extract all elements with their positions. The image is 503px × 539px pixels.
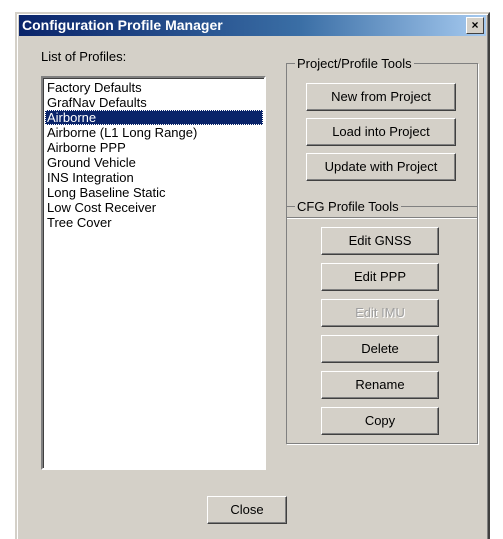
title-bar[interactable]: Configuration Profile Manager × — [19, 15, 486, 36]
list-item[interactable]: Long Baseline Static — [45, 185, 263, 200]
project-profile-tools-title: Project/Profile Tools — [297, 56, 412, 71]
new-from-project-button[interactable]: New from Project — [306, 83, 456, 111]
dialog-window: Configuration Profile Manager × List of … — [15, 12, 490, 539]
list-item[interactable]: Tree Cover — [45, 215, 263, 230]
profiles-listbox[interactable]: Factory Defaults GrafNav Defaults Airborne… — [41, 76, 266, 470]
window-title: Configuration Profile Manager — [22, 17, 223, 33]
delete-button[interactable]: Delete — [321, 335, 439, 363]
list-item[interactable]: Low Cost Receiver — [45, 200, 263, 215]
close-button[interactable]: Close — [207, 496, 287, 524]
close-icon[interactable]: × — [466, 17, 484, 34]
edit-ppp-button[interactable]: Edit PPP — [321, 263, 439, 291]
list-item[interactable]: Factory Defaults — [45, 80, 263, 95]
load-into-project-button[interactable]: Load into Project — [306, 118, 456, 146]
list-item[interactable]: GrafNav Defaults — [45, 95, 263, 110]
list-item[interactable]: Airborne — [45, 110, 263, 125]
edit-gnss-button[interactable]: Edit GNSS — [321, 227, 439, 255]
copy-button[interactable]: Copy — [321, 407, 439, 435]
profile-list: Factory Defaults GrafNav Defaults Airborne… — [43, 78, 264, 230]
list-item[interactable]: Airborne PPP — [45, 140, 263, 155]
list-item[interactable]: INS Integration — [45, 170, 263, 185]
list-item[interactable]: Ground Vehicle — [45, 155, 263, 170]
update-with-project-button[interactable]: Update with Project — [306, 153, 456, 181]
list-item[interactable]: Airborne (L1 Long Range) — [45, 125, 263, 140]
rename-button[interactable]: Rename — [321, 371, 439, 399]
profiles-list-label: List of Profiles: — [41, 49, 127, 64]
cfg-profile-tools-title: CFG Profile Tools — [297, 199, 399, 214]
edit-imu-button[interactable]: Edit IMU — [321, 299, 439, 327]
